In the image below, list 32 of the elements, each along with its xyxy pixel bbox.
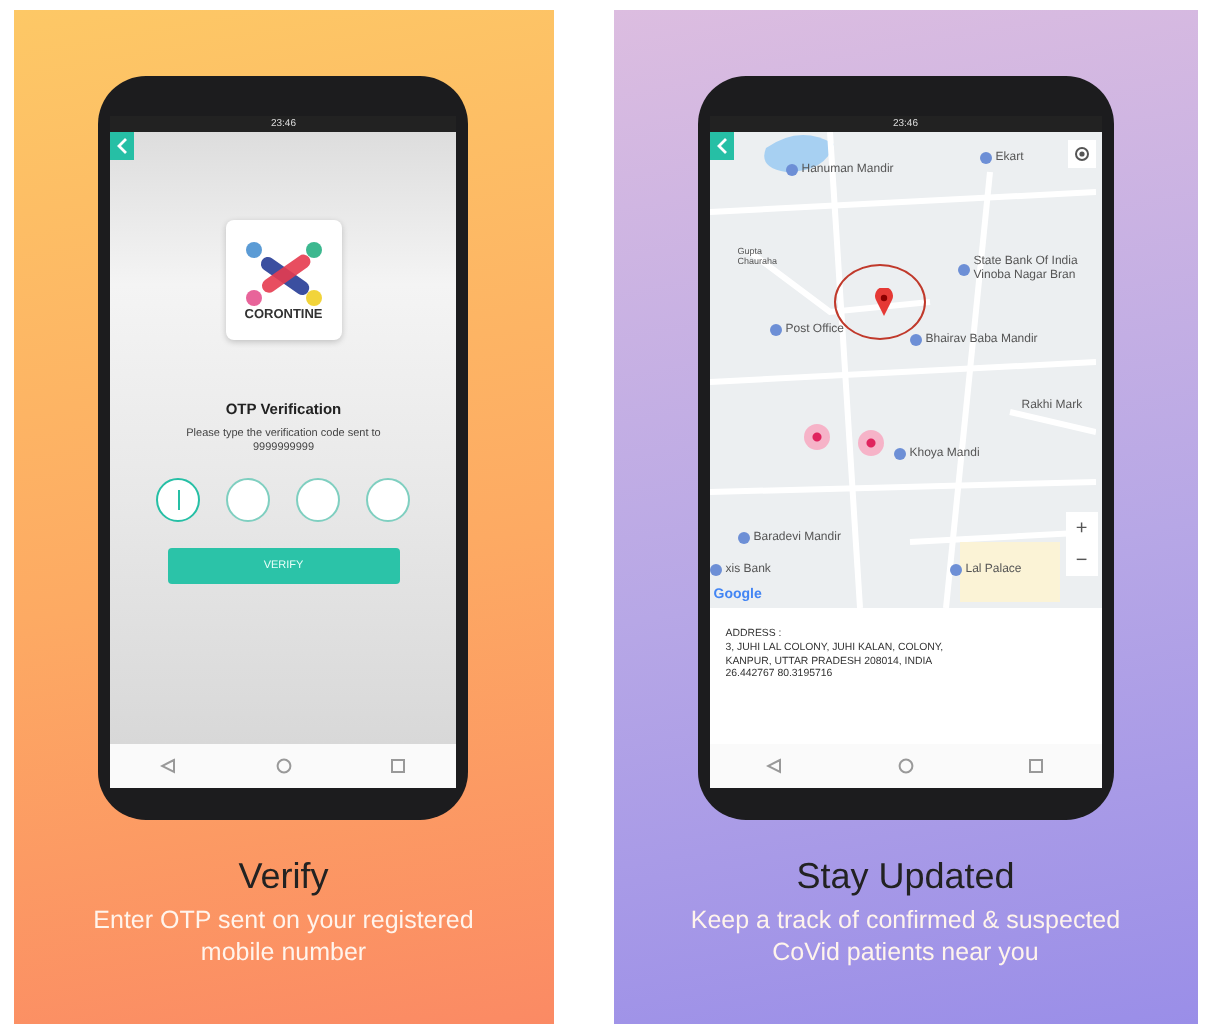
place-pin-icon — [737, 532, 750, 544]
my-location-button[interactable] — [1067, 140, 1096, 168]
feature-title: Stay Updated — [796, 856, 1015, 898]
otp-digit-field[interactable] — [366, 478, 411, 523]
zoom-out-button[interactable]: − — [1065, 544, 1098, 576]
home-circle-icon[interactable] — [897, 758, 914, 774]
feature-description: Keep a track of confirmed & suspected CoVid patients near you — [690, 904, 1121, 969]
place-pin-icon — [909, 334, 922, 346]
recents-square-icon[interactable] — [1028, 758, 1045, 774]
back-triangle-icon[interactable] — [160, 758, 177, 774]
map-pin-icon — [873, 288, 894, 316]
recents-square-icon[interactable] — [390, 758, 407, 774]
back-chevron-icon — [715, 138, 728, 154]
logo-cross-icon — [241, 239, 326, 307]
zoom-in-button[interactable]: + — [1065, 512, 1098, 544]
feature-title: Verify — [238, 856, 329, 898]
place-pin-icon — [709, 564, 722, 576]
target-icon — [1071, 144, 1092, 164]
patient-marker — [857, 430, 884, 456]
patient-marker — [803, 424, 830, 450]
back-button[interactable] — [709, 132, 734, 160]
back-triangle-icon[interactable] — [766, 758, 783, 774]
otp-digit-field[interactable] — [226, 478, 271, 523]
home-circle-icon[interactable] — [275, 758, 292, 774]
place-pin-icon — [957, 263, 970, 276]
feature-description: Enter OTP sent on your registered mobile number — [91, 904, 476, 969]
otp-digit-field[interactable] — [156, 478, 201, 523]
place-pin-icon — [769, 324, 782, 336]
place-pin-icon — [979, 152, 992, 164]
back-chevron-icon — [116, 138, 129, 154]
otp-digit-field[interactable] — [296, 478, 341, 523]
place-pin-icon — [893, 448, 906, 460]
